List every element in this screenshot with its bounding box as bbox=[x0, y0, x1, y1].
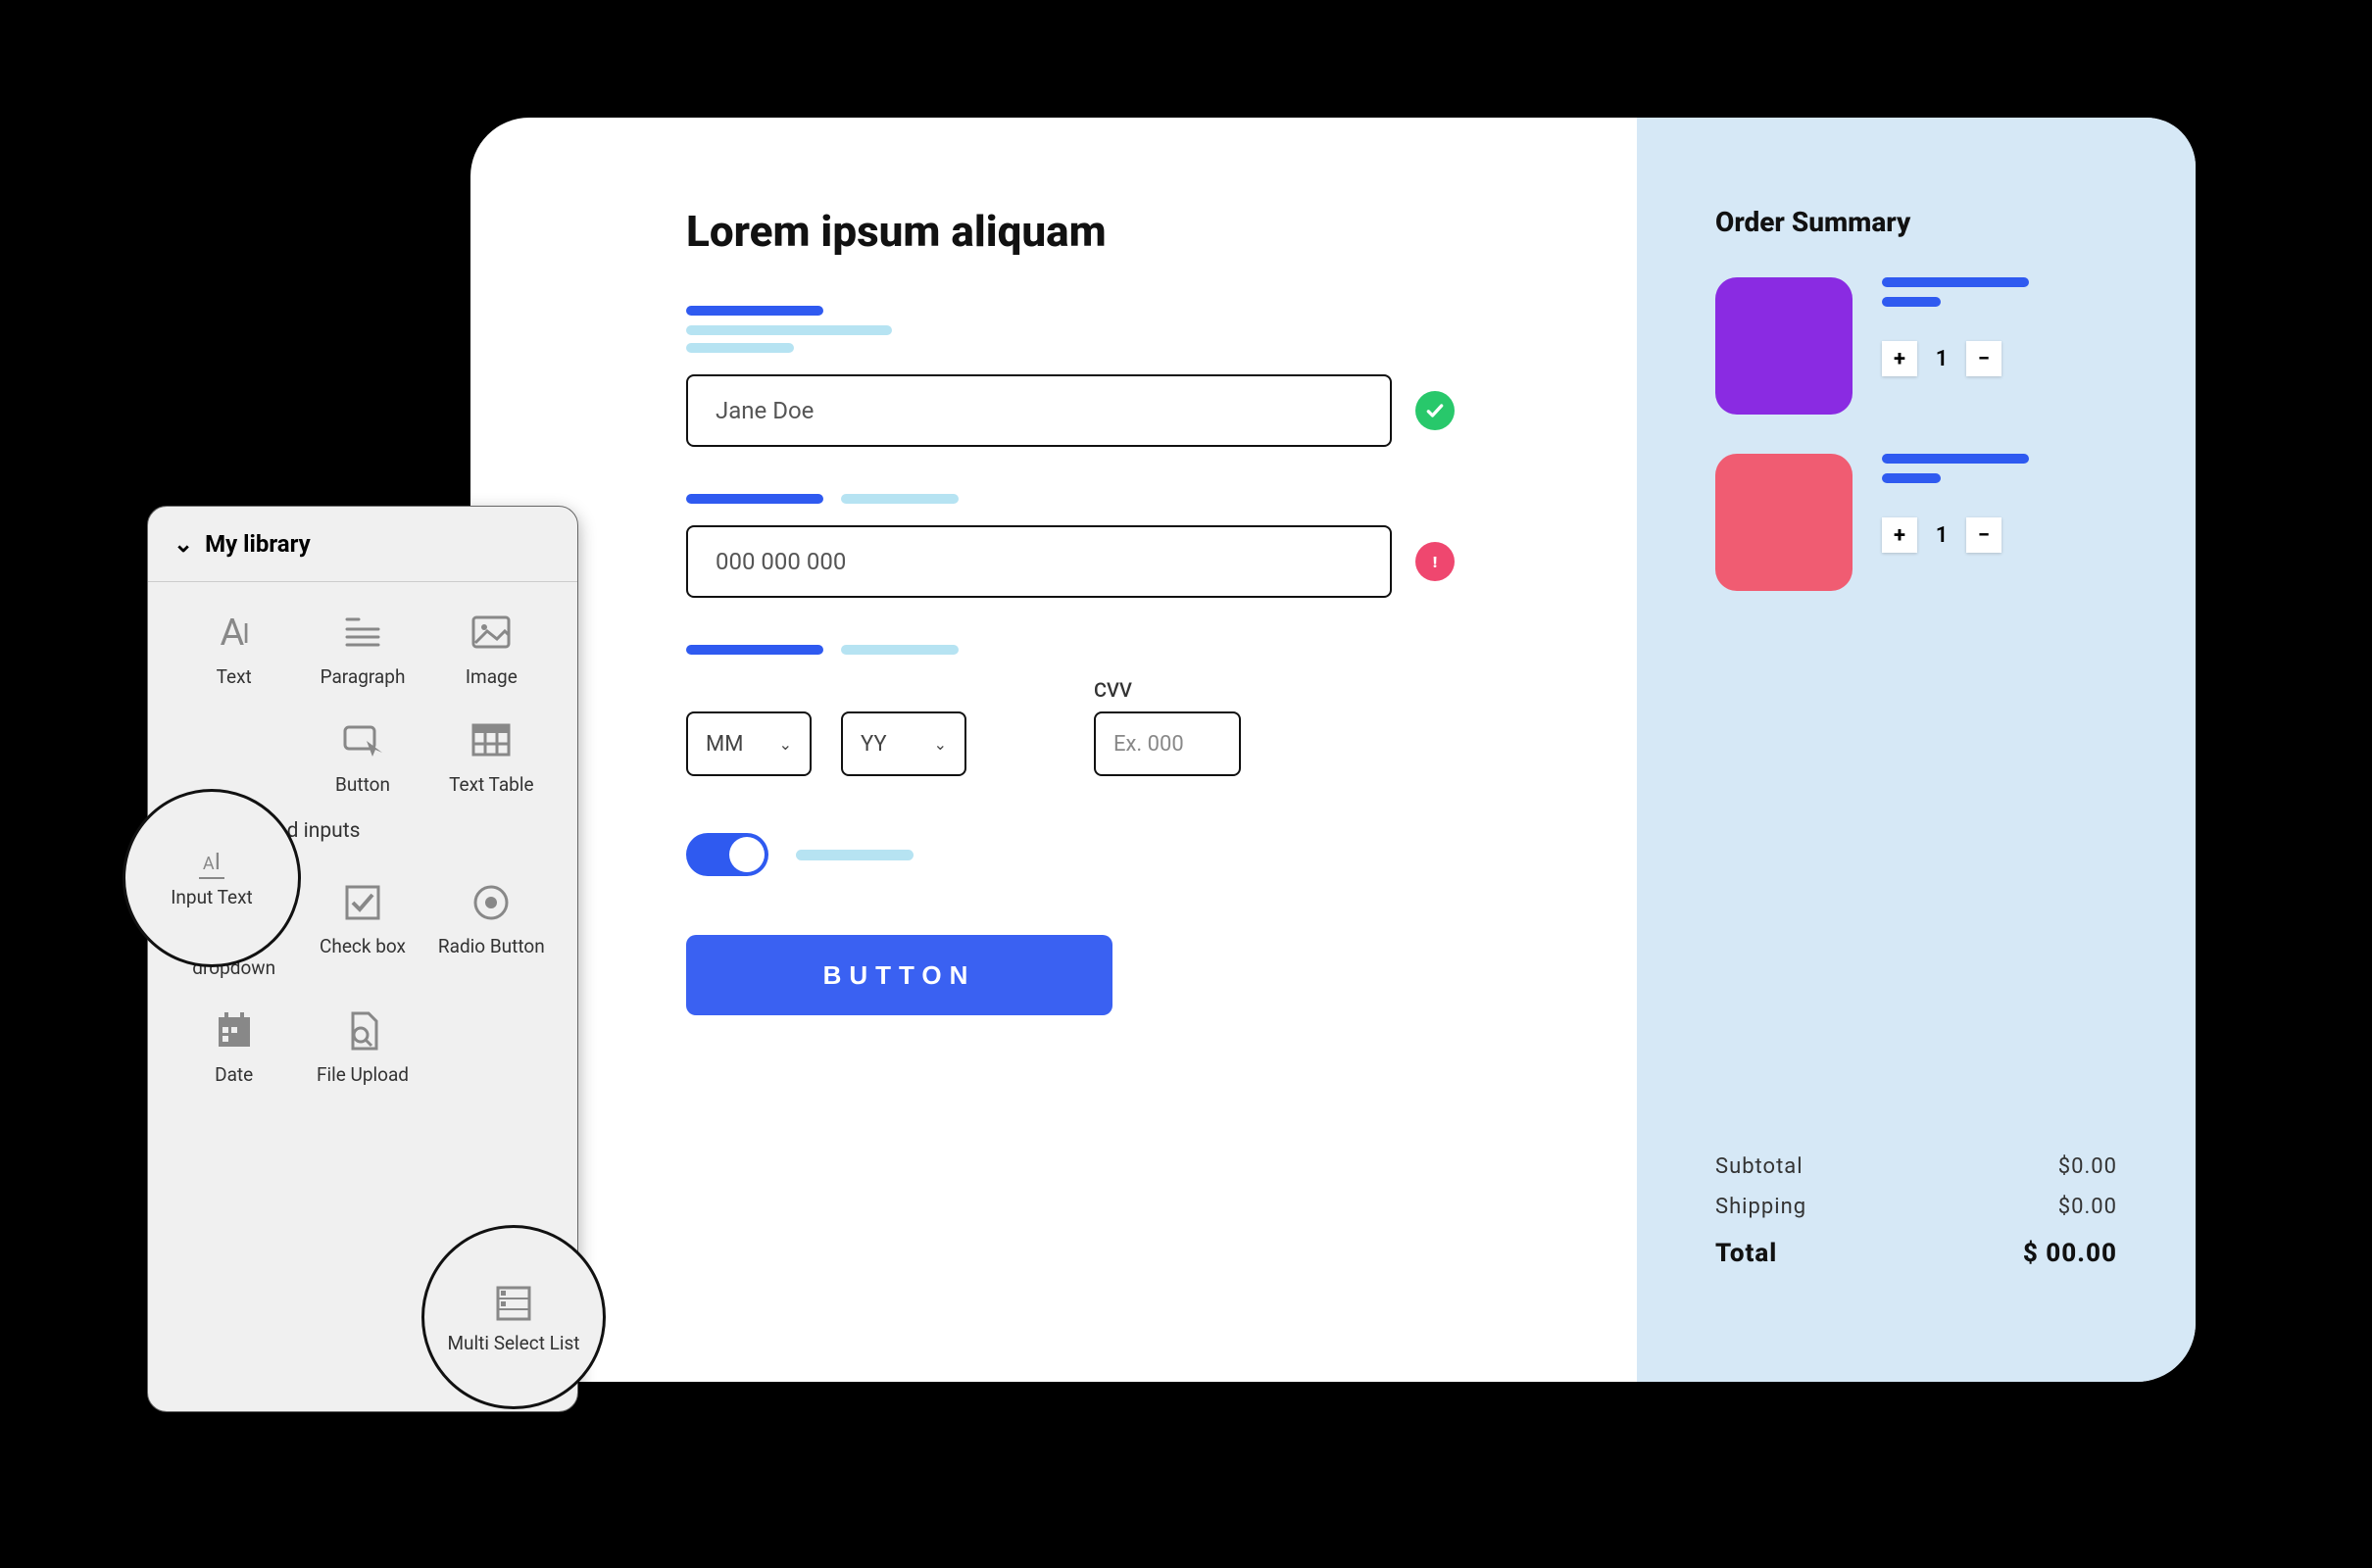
subtotal-label: Subtotal bbox=[1715, 1154, 1804, 1179]
chevron-down-icon: ⌄ bbox=[173, 530, 193, 558]
qty-decrease-button[interactable]: − bbox=[1966, 341, 2001, 376]
order-item: + 1 − bbox=[1715, 454, 2117, 591]
qty-value: 1 bbox=[1917, 523, 1966, 548]
order-summary-panel: Order Summary + 1 − bbox=[1637, 118, 2196, 1382]
component-date[interactable]: Date bbox=[170, 1007, 298, 1086]
subtotal-value: $0.00 bbox=[2058, 1154, 2117, 1179]
component-button[interactable]: Button bbox=[298, 717, 426, 796]
library-title: My library bbox=[205, 530, 311, 558]
calendar-icon bbox=[211, 1007, 258, 1054]
phone-input[interactable]: 000 000 000 bbox=[686, 525, 1392, 598]
checkbox-icon bbox=[339, 879, 386, 926]
product-title-placeholder bbox=[1882, 277, 2029, 307]
highlight-input-text[interactable]: AI Input Text bbox=[123, 789, 301, 967]
component-checkbox[interactable]: Check box bbox=[298, 879, 426, 979]
total-value: $ 00.00 bbox=[2023, 1239, 2117, 1268]
qty-increase-button[interactable]: + bbox=[1882, 517, 1917, 553]
field-label-placeholder bbox=[686, 494, 1539, 504]
form-column: Lorem ipsum aliquam Jane Doe 000 000 000… bbox=[470, 118, 1637, 1382]
check-icon bbox=[1415, 391, 1455, 430]
toggle-label-placeholder bbox=[796, 850, 914, 860]
highlight-multi-select[interactable]: Multi Select List bbox=[421, 1225, 606, 1409]
shipping-label: Shipping bbox=[1715, 1195, 1806, 1219]
component-file-upload[interactable]: File Upload bbox=[298, 1007, 426, 1086]
submit-button[interactable]: BUTTON bbox=[686, 935, 1112, 1015]
input-text-icon: AI bbox=[199, 848, 224, 879]
button-icon bbox=[339, 717, 386, 764]
qty-decrease-button[interactable]: − bbox=[1966, 517, 2001, 553]
chevron-down-icon: ⌄ bbox=[779, 735, 792, 754]
component-text[interactable]: AI Text bbox=[170, 610, 298, 688]
month-value: MM bbox=[706, 732, 743, 757]
component-text-table[interactable]: Text Table bbox=[427, 717, 556, 796]
quantity-stepper: + 1 − bbox=[1882, 341, 2029, 376]
component-image[interactable]: Image bbox=[427, 610, 556, 688]
highlight-label: Input Text bbox=[171, 887, 253, 908]
text-icon: AI bbox=[211, 610, 258, 657]
form-preview-canvas: Lorem ipsum aliquam Jane Doe 000 000 000… bbox=[470, 118, 2196, 1382]
table-icon bbox=[468, 717, 515, 764]
multi-select-icon bbox=[490, 1280, 537, 1327]
shipping-value: $0.00 bbox=[2058, 1195, 2117, 1219]
radio-icon bbox=[468, 879, 515, 926]
qty-increase-button[interactable]: + bbox=[1882, 341, 1917, 376]
field-label-placeholder bbox=[686, 306, 1539, 353]
totals-section: Subtotal $0.00 Shipping $0.00 Total $ 00… bbox=[1715, 1154, 2117, 1284]
cvv-label: CVV bbox=[1094, 678, 1241, 702]
warning-icon: ! bbox=[1415, 542, 1455, 581]
component-radio[interactable]: Radio Button bbox=[427, 879, 556, 979]
product-title-placeholder bbox=[1882, 454, 2029, 483]
total-label: Total bbox=[1715, 1239, 1777, 1268]
library-header[interactable]: ⌄ My library bbox=[148, 507, 577, 582]
page-title: Lorem ipsum aliquam bbox=[686, 206, 1539, 257]
year-select[interactable]: YY ⌄ bbox=[841, 711, 966, 776]
product-thumbnail bbox=[1715, 277, 1853, 415]
paragraph-icon bbox=[339, 610, 386, 657]
file-upload-icon bbox=[339, 1007, 386, 1054]
component-paragraph[interactable]: Paragraph bbox=[298, 610, 426, 688]
order-summary-title: Order Summary bbox=[1715, 206, 2117, 238]
quantity-stepper: + 1 − bbox=[1882, 517, 2029, 553]
toggle-switch[interactable] bbox=[686, 833, 768, 876]
product-thumbnail bbox=[1715, 454, 1853, 591]
qty-value: 1 bbox=[1917, 347, 1966, 371]
name-input[interactable]: Jane Doe bbox=[686, 374, 1392, 447]
image-icon bbox=[468, 610, 515, 657]
year-value: YY bbox=[861, 732, 887, 757]
field-label-placeholder bbox=[686, 645, 1539, 655]
order-item: + 1 − bbox=[1715, 277, 2117, 415]
cvv-input[interactable]: Ex. 000 bbox=[1094, 711, 1241, 776]
month-select[interactable]: MM ⌄ bbox=[686, 711, 812, 776]
highlight-label: Multi Select List bbox=[447, 1333, 579, 1354]
chevron-down-icon: ⌄ bbox=[934, 735, 947, 754]
